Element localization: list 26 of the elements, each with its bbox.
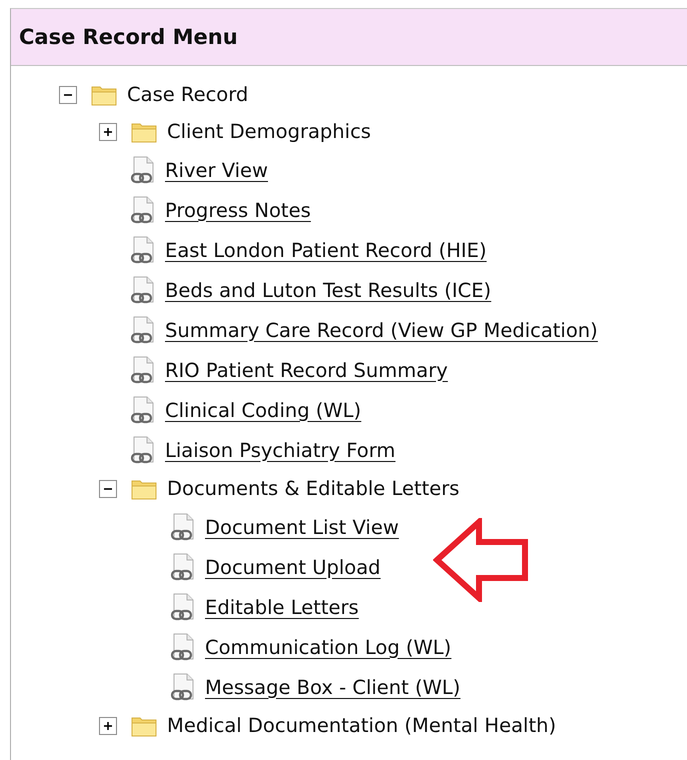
menu-link[interactable]: Document Upload <box>205 556 381 578</box>
expand-toggle[interactable] <box>99 122 117 140</box>
panel-title: Case Record Menu <box>19 25 238 49</box>
menu-link[interactable]: River View <box>165 158 268 182</box>
folder-label[interactable]: Client Demographics <box>167 120 371 143</box>
menu-link[interactable]: East London Patient Record (HIE) <box>165 238 487 262</box>
menu-link[interactable]: Beds and Luton Test Results (ICE) <box>165 278 492 302</box>
menu-link[interactable]: Message Box - Client (WL) <box>205 676 460 698</box>
folder-label[interactable]: Medical Documentation (Mental Health) <box>167 714 556 737</box>
menu-link[interactable]: Editable Letters <box>205 596 359 618</box>
menu-link[interactable]: Document List View <box>205 516 399 538</box>
menu-link[interactable]: Summary Care Record (View GP Medication) <box>165 318 598 342</box>
folder-icon <box>131 120 157 142</box>
menu-link[interactable]: RIO Patient Record Summary <box>165 358 448 382</box>
collapse-toggle[interactable] <box>59 86 77 104</box>
collapse-toggle[interactable] <box>99 480 117 498</box>
folder-icon <box>131 478 157 500</box>
menu-link[interactable]: Clinical Coding (WL) <box>165 398 362 422</box>
folder-icon <box>91 84 117 106</box>
menu-link[interactable]: Progress Notes <box>165 198 311 222</box>
menu-link[interactable]: Communication Log (WL) <box>205 636 452 658</box>
folder-label[interactable]: Case Record <box>127 83 248 106</box>
expand-toggle[interactable] <box>99 716 117 734</box>
folder-label[interactable]: Documents & Editable Letters <box>167 477 460 500</box>
menu-link[interactable]: Liaison Psychiatry Form <box>165 438 396 462</box>
folder-icon <box>131 714 157 736</box>
